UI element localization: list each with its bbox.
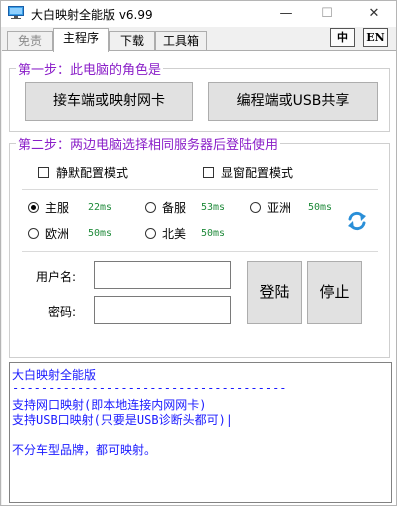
login-button[interactable]: 登陆 (247, 261, 302, 324)
ping-main: 22ms (88, 202, 113, 213)
server-radio-north-america[interactable]: 北美 (145, 225, 186, 242)
tab-toolbox[interactable]: 工具箱 (155, 31, 207, 52)
server-label: 主服 (45, 201, 70, 215)
step2-group: 第二步：两边电脑选择相同服务器后登陆使用 静默配置模式 显窗配置模式 主服 22… (9, 134, 390, 358)
step1-group: 第一步：此电脑的角色是 接车端或映射网卡 编程端或USB共享 (9, 59, 390, 132)
close-button[interactable]: ✕ (354, 1, 394, 27)
server-label: 亚洲 (267, 201, 292, 215)
ping-backup: 53ms (201, 202, 226, 213)
server-label: 北美 (162, 227, 187, 241)
programming-end-button[interactable]: 编程端或USB共享 (208, 82, 378, 121)
checkbox-box[interactable] (203, 167, 214, 178)
stop-button[interactable]: 停止 (307, 261, 362, 324)
log-textarea[interactable]: 大白映射全能版 --------------------------------… (9, 362, 392, 503)
ping-asia: 50ms (308, 202, 333, 213)
log-line: 不分车型品牌，都可映射。 (12, 443, 157, 457)
tab-bar: 免责 主程序 下载 工具箱 中 EN (1, 27, 396, 52)
ping-europe: 50ms (88, 228, 113, 239)
car-end-button[interactable]: 接车端或映射网卡 (25, 82, 193, 121)
log-line: -------------------------------------- (12, 381, 287, 395)
username-input[interactable] (94, 261, 231, 289)
checkbox-box[interactable] (38, 167, 49, 178)
server-radio-asia[interactable]: 亚洲 (250, 199, 291, 216)
window-title: 大白映射全能版 v6.99 (31, 8, 153, 22)
minimize-button[interactable]: — (266, 1, 306, 27)
radio-dot[interactable] (145, 202, 156, 213)
ping-north-america: 50ms (201, 228, 226, 239)
tab-disclaimer[interactable]: 免责 (7, 31, 53, 52)
log-line: 支持USB口映射(只要是USB诊断头都可)| (12, 413, 234, 427)
server-radio-europe[interactable]: 欧洲 (28, 225, 69, 242)
step2-title: 第二步：两边电脑选择相同服务器后登陆使用 (16, 134, 281, 153)
main-panel: 第一步：此电脑的角色是 接车端或映射网卡 编程端或USB共享 第二步：两边电脑选… (2, 50, 396, 505)
separator (22, 251, 378, 252)
step1-title: 第一步：此电脑的角色是 (16, 59, 164, 78)
password-input[interactable] (94, 296, 231, 324)
radio-dot[interactable] (250, 202, 261, 213)
radio-dot[interactable] (28, 228, 39, 239)
server-radio-backup[interactable]: 备服 (145, 199, 186, 216)
server-label: 备服 (162, 201, 187, 215)
radio-dot[interactable] (28, 202, 39, 213)
password-label: 密码: (48, 305, 77, 319)
window-mode-label: 显窗配置模式 (221, 166, 294, 180)
server-radio-main[interactable]: 主服 (28, 199, 69, 216)
username-label: 用户名: (36, 270, 77, 284)
maximize-button[interactable]: ☐ (307, 1, 347, 27)
chinese-language-button[interactable]: 中 (330, 28, 355, 47)
english-language-button[interactable]: EN (363, 28, 388, 47)
silent-mode-label: 静默配置模式 (56, 166, 129, 180)
window-mode-checkbox[interactable]: 显窗配置模式 (203, 164, 293, 181)
server-label: 欧洲 (45, 227, 70, 241)
tab-download[interactable]: 下载 (109, 31, 155, 52)
tab-main-program[interactable]: 主程序 (53, 28, 109, 52)
refresh-icon[interactable] (346, 210, 368, 232)
app-window: 大白映射全能版 v6.99 — ☐ ✕ 免责 主程序 下载 工具箱 中 EN 第… (0, 0, 397, 506)
monitor-icon (8, 6, 24, 19)
radio-dot[interactable] (145, 228, 156, 239)
separator (22, 189, 378, 190)
title-bar: 大白映射全能版 v6.99 — ☐ ✕ (1, 1, 396, 27)
silent-mode-checkbox[interactable]: 静默配置模式 (38, 164, 128, 181)
